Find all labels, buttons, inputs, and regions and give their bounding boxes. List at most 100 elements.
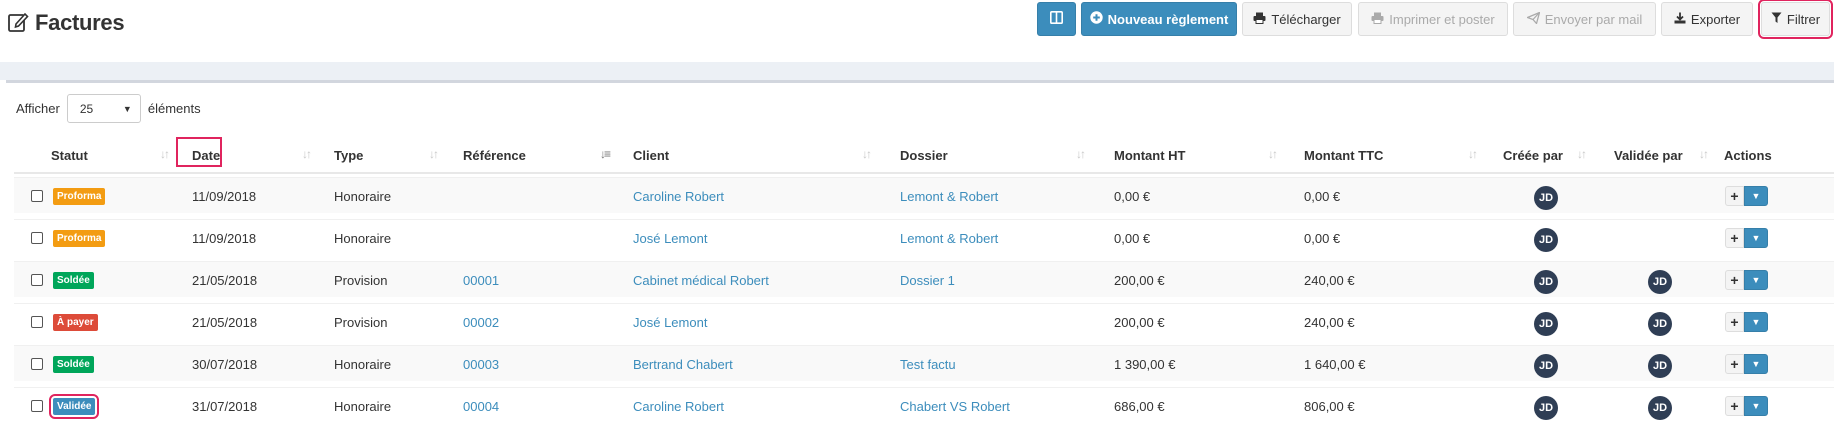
dossier-link[interactable]: Dossier 1 [900,262,955,298]
client-link[interactable]: José Lemont [633,220,707,256]
dossier-link[interactable]: Lemont & Robert [900,178,998,214]
montant-ht-cell: 0,00 € [1114,230,1151,246]
column-montant-ht[interactable]: Montant HT [1114,137,1185,174]
send-by-mail-button[interactable]: Envoyer par mail [1513,2,1656,36]
page-length-select[interactable]: 25 ▼ [66,94,141,123]
actions-cell: + ▼ [1725,304,1768,340]
status-badge: Proforma [53,187,106,205]
avatar: JD [1534,228,1558,252]
add-action-button[interactable]: + [1725,396,1744,416]
column-validee-par[interactable]: Validée par [1614,137,1683,174]
status-badge: Soldée [53,355,94,373]
reference-link[interactable]: 00001 [463,262,499,298]
type-cell: Honoraire [334,230,392,246]
export-button[interactable]: Exporter [1661,2,1753,36]
status-badge: Proforma [53,229,106,247]
row-checkbox[interactable] [31,232,43,244]
reference-link[interactable]: 00003 [463,346,499,382]
montant-ttc-cell: 240,00 € [1304,314,1355,330]
dossier-link[interactable]: Chabert VS Robert [900,388,1010,424]
add-action-button[interactable]: + [1725,186,1744,206]
client-link[interactable]: Caroline Robert [633,178,724,214]
download-icon [1674,12,1686,27]
table-header: Statut ↓↑ Date ↓↑ Type ↓↑ Référence ↓≡ C… [14,137,1834,174]
avatar: JD [1534,186,1558,210]
column-type[interactable]: Type [334,137,363,174]
table-row[interactable]: Soldée 30/07/2018 Honoraire 00003 Bertra… [14,345,1834,381]
add-action-button[interactable]: + [1725,270,1744,290]
filter-label: Filtrer [1786,11,1821,27]
client-link[interactable]: Caroline Robert [633,388,724,424]
status-badge: Validée [48,393,100,419]
client-link[interactable]: José Lemont [633,304,707,340]
add-action-button[interactable]: + [1725,312,1744,332]
actions-dropdown-button[interactable]: ▼ [1744,396,1768,416]
row-checkbox[interactable] [31,274,43,286]
edit-icon [7,11,29,36]
created-by-cell: JD [1534,220,1558,256]
sort-icon[interactable]: ↓↑ [1468,147,1478,161]
actions-dropdown-button[interactable]: ▼ [1744,228,1768,248]
row-checkbox[interactable] [31,316,43,328]
client-link[interactable]: Bertrand Chabert [633,346,733,382]
actions-dropdown-button[interactable]: ▼ [1744,270,1768,290]
sort-asc-icon[interactable]: ↓≡ [600,147,611,161]
montant-ttc-cell: 0,00 € [1304,188,1341,204]
date-cell: 21/05/2018 [192,272,258,288]
actions-dropdown-button[interactable]: ▼ [1744,186,1768,206]
chevron-down-icon: ▼ [1751,275,1761,285]
print-and-post-button[interactable]: Imprimer et poster [1358,2,1508,36]
print-and-post-label: Imprimer et poster [1389,11,1495,27]
columns-icon [1050,11,1063,27]
sort-icon[interactable]: ↓↑ [862,147,872,161]
actions-dropdown-button[interactable]: ▼ [1744,312,1768,332]
chevron-down-icon: ▼ [1751,359,1761,369]
filter-button[interactable]: Filtrer [1758,0,1833,39]
sort-icon[interactable]: ↓↑ [1699,147,1709,161]
sort-icon[interactable]: ↓↑ [1577,147,1587,161]
column-montant-ttc[interactable]: Montant TTC [1304,137,1383,174]
new-payment-button[interactable]: Nouveau règlement [1081,2,1237,36]
dossier-link[interactable]: Test factu [900,346,956,382]
length-label-after: éléments [147,101,201,116]
sort-icon[interactable]: ↓↑ [160,147,170,161]
row-checkbox[interactable] [31,400,43,412]
row-checkbox[interactable] [31,190,43,202]
dossier-link[interactable]: Lemont & Robert [900,220,998,256]
table-row[interactable]: Proforma 11/09/2018 Honoraire José Lemon… [14,219,1834,255]
table-row[interactable]: Proforma 11/09/2018 Honoraire Caroline R… [14,177,1834,213]
add-action-button[interactable]: + [1725,354,1744,374]
table-row[interactable]: Validée 31/07/2018 Honoraire 00004 Carol… [14,387,1834,423]
reference-link[interactable]: 00002 [463,304,499,340]
reference-link[interactable]: 00004 [463,388,499,424]
type-cell: Provision [334,314,388,330]
column-statut[interactable]: Statut [51,137,88,174]
add-action-button[interactable]: + [1725,228,1744,248]
type-cell: Honoraire [334,398,392,414]
created-by-cell: JD [1534,178,1558,214]
invoices-box: Afficher 25 ▼ éléments Statut ↓↑ Date ↓↑… [6,80,1834,424]
column-dossier[interactable]: Dossier [900,137,948,174]
date-header-highlight [176,137,222,167]
column-reference[interactable]: Référence [463,137,526,174]
avatar: JD [1648,396,1672,420]
date-cell: 11/09/2018 [192,230,257,246]
table-row[interactable]: À payer 21/05/2018 Provision 00002 José … [14,303,1834,339]
row-checkbox[interactable] [31,358,43,370]
actions-dropdown-button[interactable]: ▼ [1744,354,1768,374]
toggle-columns-button[interactable] [1037,2,1076,36]
column-client[interactable]: Client [633,137,669,174]
status-badge: Soldée [53,271,94,289]
date-cell: 30/07/2018 [192,356,258,372]
client-link[interactable]: Cabinet médical Robert [633,262,769,298]
column-creee-par[interactable]: Créée par [1503,137,1563,174]
sort-icon[interactable]: ↓↑ [429,147,439,161]
sort-icon[interactable]: ↓↑ [1268,147,1278,161]
type-cell: Honoraire [334,356,392,372]
sort-icon[interactable]: ↓↑ [1076,147,1086,161]
sort-icon[interactable]: ↓↑ [302,147,312,161]
table-row[interactable]: Soldée 21/05/2018 Provision 00001 Cabine… [14,261,1834,297]
plus-icon: + [1730,230,1739,246]
row-checkbox-cell [31,388,43,424]
download-button[interactable]: Télécharger [1242,2,1352,36]
